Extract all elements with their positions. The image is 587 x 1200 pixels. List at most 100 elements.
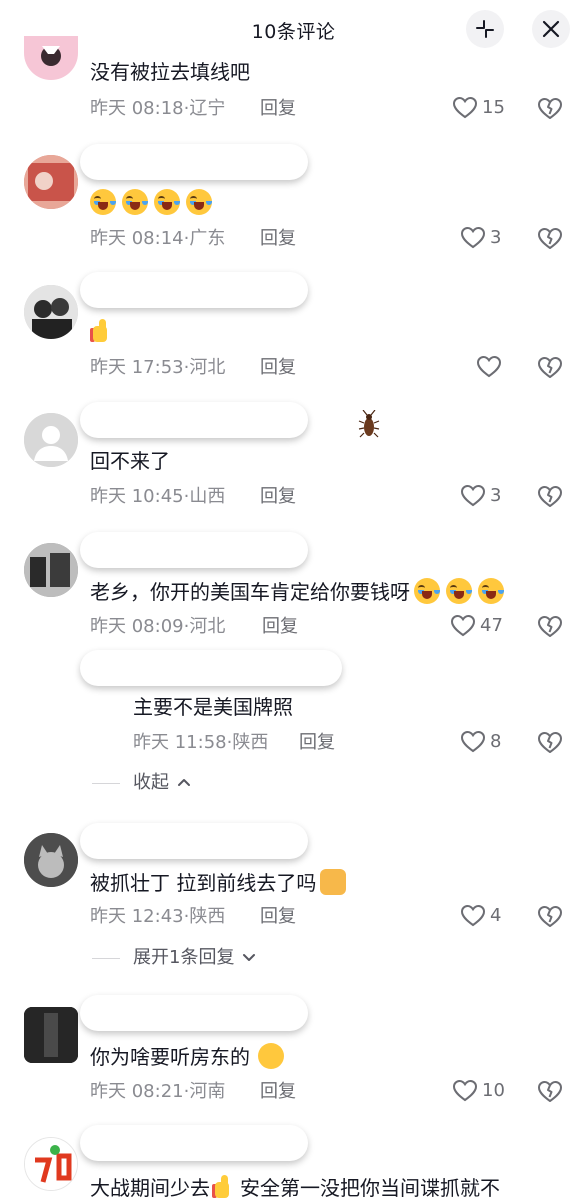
avatar[interactable] bbox=[24, 285, 78, 339]
dislike-button[interactable] bbox=[537, 97, 563, 125]
expand-replies-button[interactable]: 展开1条回复 bbox=[133, 946, 256, 970]
avatar-image bbox=[25, 1138, 77, 1190]
dislike-button[interactable] bbox=[537, 905, 563, 933]
like-button[interactable]: 3 bbox=[460, 226, 501, 250]
like-button[interactable]: 15 bbox=[452, 96, 505, 120]
username-redacted bbox=[80, 532, 308, 568]
comment-text: 你为啥要听房东的 bbox=[90, 1043, 290, 1070]
comment-region: 陕西 bbox=[189, 906, 226, 927]
reply-button[interactable]: 回复 bbox=[260, 227, 296, 251]
crying-emoji bbox=[122, 189, 148, 215]
avatar[interactable] bbox=[24, 1137, 78, 1191]
dislike-button[interactable] bbox=[537, 731, 563, 759]
heart-icon bbox=[460, 226, 486, 249]
close-button[interactable] bbox=[532, 10, 570, 48]
cat-emoji bbox=[320, 869, 347, 895]
reply-button[interactable]: 回复 bbox=[262, 615, 298, 639]
username-redacted bbox=[80, 995, 308, 1031]
username-redacted bbox=[80, 272, 308, 308]
like-button[interactable] bbox=[476, 355, 502, 379]
comment-text: 大战期间少去 安全第一没把你当间谍抓就不 bbox=[90, 1174, 500, 1200]
dislike-button[interactable] bbox=[537, 485, 563, 513]
heart-icon bbox=[460, 484, 486, 507]
reply-button[interactable]: 回复 bbox=[260, 1080, 296, 1104]
like-button[interactable]: 10 bbox=[452, 1079, 505, 1103]
comment-time: 昨天 17:53 bbox=[90, 357, 184, 378]
heart-icon bbox=[476, 355, 502, 378]
like-button[interactable]: 3 bbox=[460, 484, 501, 508]
default-avatar-icon bbox=[24, 413, 78, 467]
comment-region: 河南 bbox=[189, 1081, 226, 1102]
username-redacted bbox=[80, 402, 308, 438]
comment-text bbox=[90, 189, 218, 216]
reply-button[interactable]: 回复 bbox=[260, 356, 296, 380]
username-redacted bbox=[80, 650, 342, 686]
comment-time: 昨天 08:21 bbox=[90, 1081, 184, 1102]
heart-icon bbox=[452, 96, 478, 119]
broken-heart-icon bbox=[538, 616, 562, 637]
avatar[interactable] bbox=[24, 543, 78, 597]
avatar-image bbox=[24, 155, 78, 209]
reply-text: 主要不是美国牌照 bbox=[133, 695, 293, 719]
crying-emoji bbox=[414, 578, 440, 604]
broken-heart-icon bbox=[538, 98, 562, 119]
dislike-button[interactable] bbox=[537, 356, 563, 384]
thumbs-up-emoji bbox=[212, 1174, 238, 1200]
broken-heart-icon bbox=[538, 1081, 562, 1102]
avatar[interactable] bbox=[24, 36, 78, 80]
collapse-label: 收起 bbox=[133, 772, 169, 793]
broken-heart-icon bbox=[538, 486, 562, 507]
crying-emoji bbox=[186, 189, 212, 215]
collapse-replies-button[interactable]: 收起 bbox=[133, 771, 191, 795]
like-button[interactable]: 8 bbox=[460, 730, 501, 754]
like-count: 3 bbox=[490, 227, 502, 248]
thumbs-up-emoji bbox=[90, 318, 116, 344]
comment-text-content: 你为啥要听房东的 bbox=[90, 1045, 250, 1069]
crying-emoji bbox=[478, 578, 504, 604]
like-count: 47 bbox=[480, 615, 503, 636]
like-button[interactable]: 47 bbox=[450, 614, 503, 638]
reply-meta: 昨天 11:58·陕西 bbox=[133, 731, 268, 755]
avatar[interactable] bbox=[24, 1007, 78, 1063]
comment-time: 昨天 08:14 bbox=[90, 228, 184, 249]
dislike-button[interactable] bbox=[537, 227, 563, 255]
avatar-image bbox=[24, 285, 78, 339]
close-icon bbox=[542, 20, 560, 38]
username-redacted bbox=[80, 823, 308, 859]
avatar[interactable] bbox=[24, 413, 78, 467]
like-count: 3 bbox=[490, 485, 502, 506]
like-count: 8 bbox=[490, 731, 502, 752]
crying-emoji bbox=[154, 189, 180, 215]
comment-time: 昨天 08:09 bbox=[90, 616, 184, 637]
cockroach-sticker bbox=[358, 410, 380, 438]
dislike-button[interactable] bbox=[537, 615, 563, 643]
comment-text-content: 大战期间少去 bbox=[90, 1176, 210, 1200]
reply-button[interactable]: 回复 bbox=[299, 731, 335, 755]
comment-time: 昨天 11:58 bbox=[133, 732, 227, 753]
avatar-image bbox=[24, 1007, 78, 1063]
avatar-image bbox=[24, 833, 78, 887]
crying-emoji bbox=[446, 578, 472, 604]
comment-meta: 昨天 17:53·河北 bbox=[90, 356, 225, 380]
reply-button[interactable]: 回复 bbox=[260, 905, 296, 929]
collapse-button[interactable] bbox=[466, 10, 504, 48]
comment-meta: 昨天 08:14·广东 bbox=[90, 227, 225, 251]
username-redacted bbox=[80, 144, 308, 180]
crying-emoji bbox=[90, 189, 116, 215]
comment-meta: 昨天 10:45·山西 bbox=[90, 485, 225, 509]
avatar[interactable] bbox=[24, 833, 78, 887]
heart-icon bbox=[452, 1079, 478, 1102]
comment-region: 广东 bbox=[189, 228, 226, 249]
comment-text: 没有被拉去填线吧 bbox=[90, 60, 250, 84]
comment-region: 河北 bbox=[189, 616, 226, 637]
reply-button[interactable]: 回复 bbox=[260, 97, 296, 121]
like-button[interactable]: 4 bbox=[460, 904, 501, 928]
comment-text: 被抓壮丁 拉到前线去了吗 bbox=[90, 869, 352, 896]
comment-time: 昨天 12:43 bbox=[90, 906, 184, 927]
reply-button[interactable]: 回复 bbox=[260, 485, 296, 509]
comment-text-content: 安全第一没把你当间谍抓就不 bbox=[240, 1176, 500, 1200]
avatar[interactable] bbox=[24, 155, 78, 209]
comment-time: 昨天 10:45 bbox=[90, 486, 184, 507]
dislike-button[interactable] bbox=[537, 1080, 563, 1108]
chevron-up-icon bbox=[177, 779, 190, 786]
